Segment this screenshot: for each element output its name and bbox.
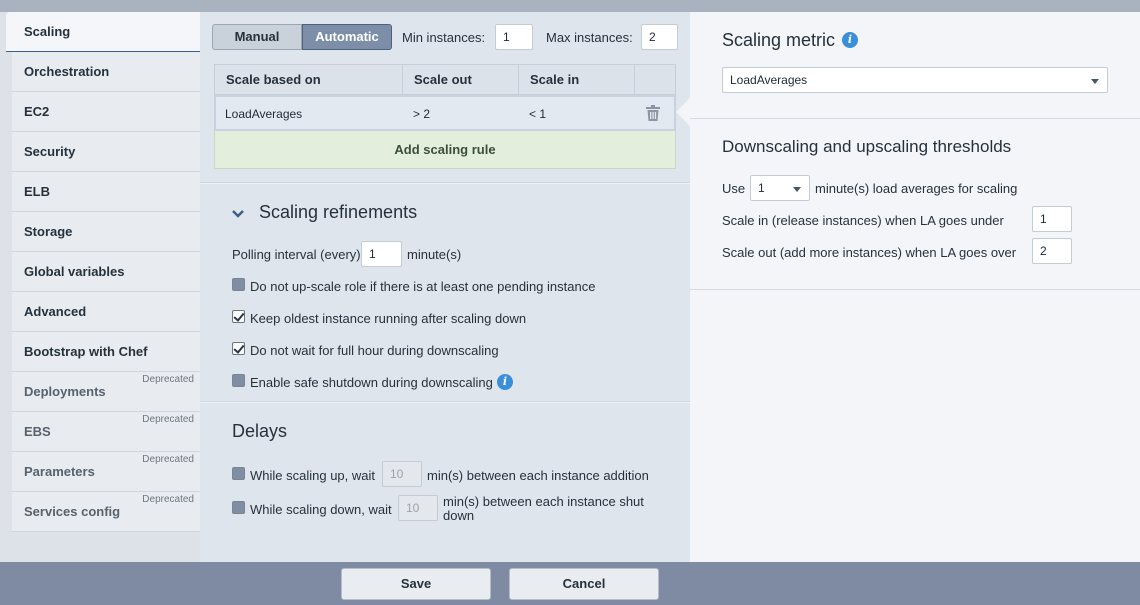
footer-bar: Save Cancel (0, 562, 1140, 605)
sidebar-item-advanced[interactable]: Advanced (12, 292, 200, 332)
safe-shutdown-label: Enable safe shutdown during downscaling (250, 375, 493, 390)
sidebar-item-label: Global variables (24, 264, 125, 279)
section-divider (200, 401, 690, 403)
sidebar-item-security[interactable]: Security (12, 132, 200, 172)
scaling-rules-grid: Scale based on Scale out Scale in LoadAv… (214, 64, 676, 169)
sidebar-item-label: Security (24, 144, 76, 159)
max-instances-label: Max instances: (546, 30, 633, 45)
scaling-metric-panel: Scaling metric i LoadAverages Downscalin… (690, 12, 1140, 562)
sidebar-item-label: EC2 (24, 104, 50, 119)
deprecated-badge: Deprecated (142, 494, 194, 505)
sidebar-item-scaling[interactable]: Scaling (6, 12, 200, 52)
no-wait-full-hour-checkbox[interactable] (232, 342, 245, 355)
scaling-rules-panel: Manual Automatic Min instances: 1 Max in… (200, 12, 690, 562)
deprecated-badge: Deprecated (142, 374, 194, 385)
sidebar-item-orchestration[interactable]: Orchestration (12, 52, 200, 92)
sidebar-item-storage[interactable]: Storage (12, 212, 200, 252)
safe-shutdown-checkbox[interactable] (232, 374, 245, 387)
info-icon[interactable]: i (497, 374, 513, 390)
chevron-down-icon (1091, 79, 1099, 84)
sidebar-item-parameters[interactable]: Parameters Deprecated (12, 452, 200, 492)
scaling-down-delay-checkbox[interactable] (232, 501, 245, 514)
scale-in-threshold-label: Scale in (release instances) when LA goe… (722, 213, 1004, 228)
min-instances-input[interactable]: 1 (495, 24, 533, 50)
la-period-value: 1 (758, 181, 765, 195)
scaling-down-delay-suffix-2: down (443, 508, 475, 523)
grid-header: Scale based on Scale out Scale in (214, 64, 676, 95)
column-header-scale-in[interactable]: Scale in (519, 65, 635, 94)
sidebar-item-label: ELB (24, 184, 50, 199)
delays-title: Delays (232, 421, 288, 441)
min-instances-label: Min instances: (402, 30, 486, 45)
column-header-scale-out[interactable]: Scale out (403, 65, 519, 94)
rule-scale-out-cell: > 2 (413, 107, 431, 121)
scaling-up-delay-checkbox[interactable] (232, 467, 245, 480)
sidebar-item-label: Services config (24, 504, 121, 519)
section-divider (690, 118, 1140, 119)
keep-oldest-instance-checkbox[interactable] (232, 310, 245, 323)
scale-in-threshold-input[interactable]: 1 (1032, 206, 1072, 232)
add-scaling-rule-button[interactable]: Add scaling rule (214, 131, 676, 169)
la-period-select[interactable]: 1 (750, 175, 810, 201)
sidebar-item-label: Storage (24, 224, 73, 239)
scaling-up-delay-input[interactable]: 10 (382, 461, 422, 487)
scaling-down-delay-suffix: min(s) between each instance shut (443, 494, 644, 509)
sidebar: Scaling Orchestration EC2 Security ELB S… (0, 12, 200, 562)
sidebar-item-label: Advanced (24, 304, 87, 319)
rule-scale-in-cell: < 1 (529, 107, 547, 121)
rule-metric-cell: LoadAverages (225, 107, 303, 121)
automatic-mode-button[interactable]: Automatic (302, 24, 392, 50)
table-row[interactable]: LoadAverages > 2 < 1 (214, 95, 676, 131)
column-header-scale-based-on[interactable]: Scale based on (215, 65, 403, 94)
section-divider (690, 289, 1140, 290)
scaling-up-delay-label: While scaling up, wait (250, 468, 375, 483)
scaling-down-delay-input[interactable]: 10 (398, 495, 438, 521)
sidebar-item-label: Bootstrap with Chef (24, 344, 148, 359)
info-icon[interactable]: i (842, 32, 858, 48)
keep-oldest-instance-label: Keep oldest instance running after scali… (250, 311, 527, 326)
chevron-down-icon[interactable] (232, 209, 244, 219)
save-button[interactable]: Save (341, 568, 491, 600)
scaling-metric-value: LoadAverages (730, 73, 808, 87)
thresholds-title: Downscaling and upscaling thresholds (722, 137, 1012, 156)
scaling-up-delay-suffix: min(s) between each instance addition (427, 468, 649, 483)
no-upscale-pending-checkbox[interactable] (232, 278, 245, 291)
no-wait-full-hour-label: Do not wait for full hour during downsca… (250, 343, 499, 358)
scale-out-threshold-input[interactable]: 2 (1032, 238, 1072, 264)
scaling-metric-select[interactable]: LoadAverages (722, 67, 1108, 93)
cancel-button[interactable]: Cancel (509, 568, 659, 600)
max-instances-input[interactable]: 2 (641, 24, 678, 50)
sidebar-item-label: Deployments (24, 384, 106, 399)
selection-pointer (676, 98, 690, 126)
sidebar-item-ebs[interactable]: EBS Deprecated (12, 412, 200, 452)
polling-interval-input[interactable]: 1 (361, 241, 402, 267)
no-upscale-pending-label: Do not up-scale role if there is at leas… (250, 279, 596, 294)
deprecated-badge: Deprecated (142, 414, 194, 425)
top-strip (0, 0, 1140, 12)
polling-interval-unit: minute(s) (407, 247, 462, 262)
sidebar-item-bootstrap-chef[interactable]: Bootstrap with Chef (12, 332, 200, 372)
trash-icon[interactable] (646, 105, 660, 121)
sidebar-item-ec2[interactable]: EC2 (12, 92, 200, 132)
sidebar-item-label: Parameters (24, 464, 95, 479)
sidebar-item-elb[interactable]: ELB (12, 172, 200, 212)
polling-interval-label: Polling interval (every) (232, 247, 361, 262)
la-period-suffix: minute(s) load averages for scaling (815, 181, 1018, 196)
scaling-down-delay-label: While scaling down, wait (250, 502, 392, 517)
manual-mode-button[interactable]: Manual (212, 24, 302, 50)
scale-out-threshold-label: Scale out (add more instances) when LA g… (722, 245, 1017, 260)
sidebar-item-label: Scaling (24, 24, 71, 39)
sidebar-item-services-config[interactable]: Services config Deprecated (12, 492, 200, 532)
sidebar-item-global-variables[interactable]: Global variables (12, 252, 200, 292)
section-divider (200, 182, 690, 184)
use-label: Use (722, 181, 746, 196)
sidebar-item-label: Orchestration (24, 64, 110, 79)
scaling-refinements-title[interactable]: Scaling refinements (259, 202, 417, 223)
sidebar-item-label: EBS (24, 424, 51, 439)
chevron-down-icon (793, 187, 801, 192)
sidebar-item-deployments[interactable]: Deployments Deprecated (12, 372, 200, 412)
scaling-metric-title: Scaling metric (722, 30, 836, 50)
deprecated-badge: Deprecated (142, 454, 194, 465)
